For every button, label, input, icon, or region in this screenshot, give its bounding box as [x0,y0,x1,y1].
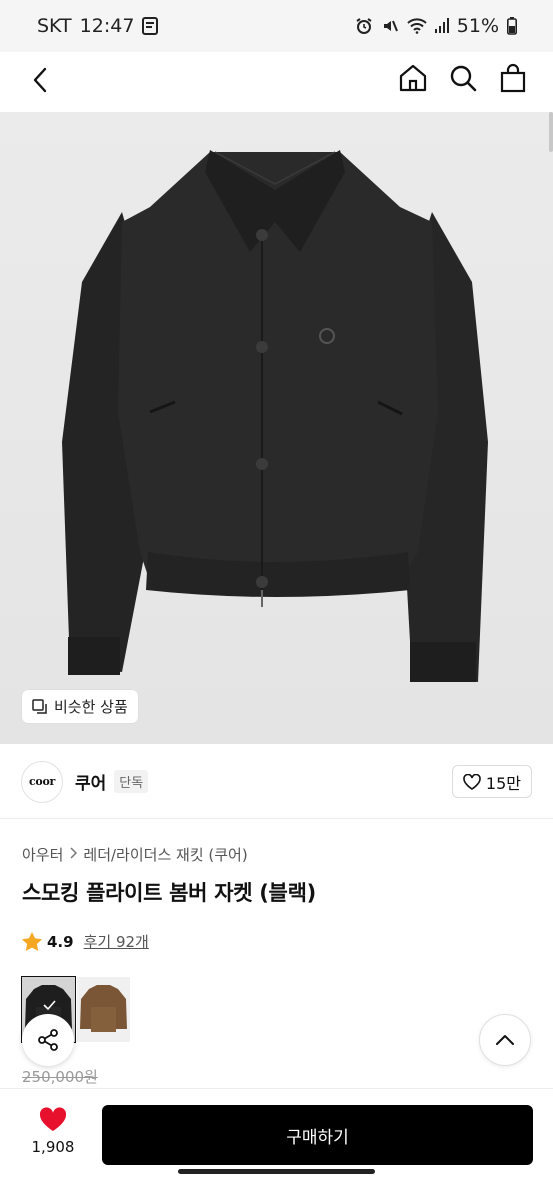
search-button[interactable] [447,62,479,94]
shopping-bag-icon [500,63,526,93]
star-icon [22,932,42,951]
rating-value: 4.9 [47,932,74,951]
product-image[interactable]: 비슷한 상품 [0,112,553,744]
battery-icon [507,17,517,35]
mute-icon [381,17,399,35]
reviews-link[interactable]: 후기 92개 [84,931,149,952]
chevron-right-icon [69,846,78,863]
original-price: 250,000원 [22,1068,98,1086]
brand-name[interactable]: 쿠어 [75,769,106,794]
app-header [0,52,553,112]
exclusive-badge: 단독 [114,770,149,793]
status-right: 51% [355,15,517,37]
product-title: 스모킹 플라이트 봄버 자켓 (블랙) [22,881,316,905]
heart-icon [39,1107,67,1131]
similar-products-button[interactable]: 비슷한 상품 [22,690,138,723]
wish-button[interactable]: 1,908 [18,1107,88,1156]
share-icon [38,1029,58,1051]
status-left: SKT 12:47 [37,15,159,37]
bottom-action-bar: 1,908 구매하기 [0,1088,553,1180]
similar-icon [32,698,47,714]
brand-like-count: 15만 [485,773,521,793]
jacket-image [0,112,553,744]
alarm-icon [355,17,373,35]
search-icon [450,65,477,92]
heart-outline-icon [463,773,481,790]
home-indicator [178,1169,375,1174]
wifi-icon [407,18,427,34]
home-button[interactable] [397,62,429,94]
clock: 12:47 [79,15,135,37]
breadcrumb-category[interactable]: 아우터 [22,844,63,865]
scroll-top-button[interactable] [479,1014,531,1066]
brand-like-button[interactable]: 15만 [451,765,532,798]
brand-row: coor 쿠어 단독 15만 [0,745,553,819]
notification-icon [142,17,159,35]
breadcrumb-subcategory[interactable]: 레더/라이더스 재킷 (쿠어) [83,844,247,865]
swatch-brown[interactable] [77,977,130,1042]
similar-products-label: 비슷한 상품 [54,698,128,716]
signal-icon [434,18,449,34]
breadcrumb: 아우터 레더/라이더스 재킷 (쿠어) [22,844,248,865]
status-bar: SKT 12:47 51% [0,0,553,52]
header-icons [397,62,529,94]
back-icon [33,67,47,93]
scroll-indicator [549,112,553,152]
home-icon [399,64,427,92]
brand-logo[interactable]: coor [21,760,63,803]
buy-button[interactable]: 구매하기 [102,1105,533,1165]
chevron-up-icon [496,1035,514,1045]
rating-row: 4.9 후기 92개 [22,931,149,952]
share-button[interactable] [22,1014,74,1066]
cart-button[interactable] [497,62,529,94]
battery-percent: 51% [456,15,499,37]
wish-count: 1,908 [31,1138,75,1156]
back-button[interactable] [24,64,56,96]
carrier: SKT [37,15,72,37]
